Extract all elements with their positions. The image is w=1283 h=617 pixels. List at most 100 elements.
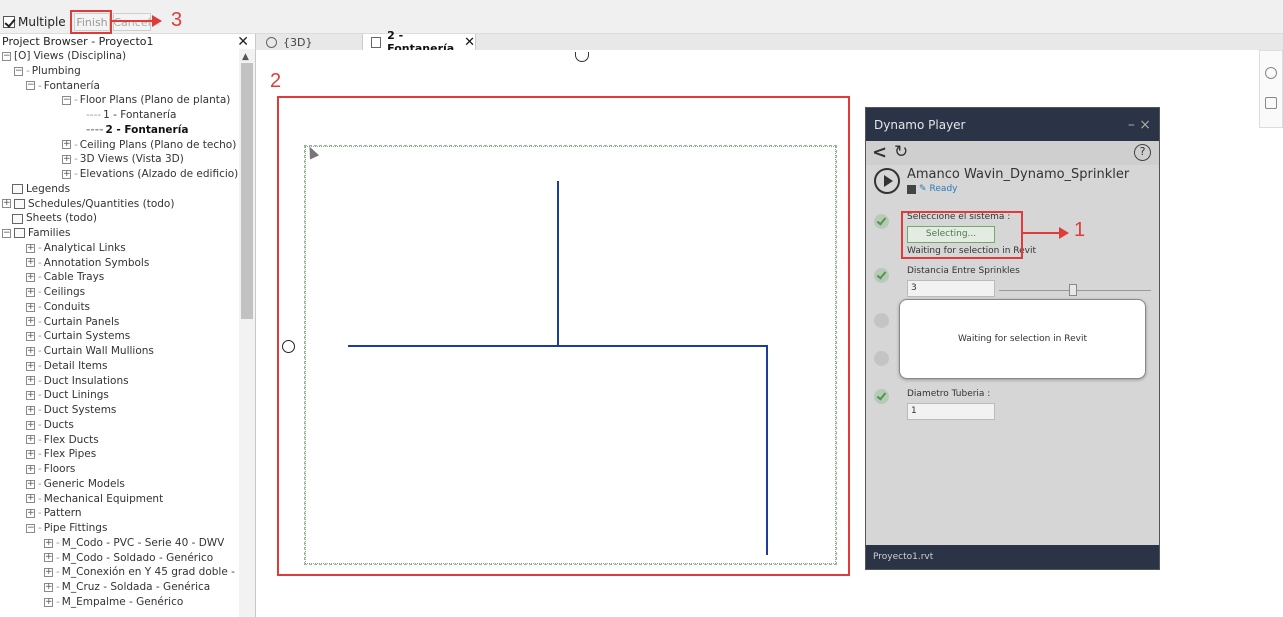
tree-item-family[interactable]: + - Pattern — [0, 506, 255, 521]
tree-item-family[interactable]: + - Analytical Links — [0, 241, 255, 256]
family-icon — [14, 228, 25, 239]
input-done-icon — [874, 389, 889, 404]
tree-item-family[interactable]: + - Mechanical Equipment — [0, 492, 255, 507]
close-tab-icon[interactable]: ✕ — [464, 35, 475, 50]
save-icon[interactable] — [907, 184, 916, 194]
tree-item-view-2[interactable]: ---- 2 - Fontanería — [0, 123, 255, 138]
distance-input[interactable]: 3 — [907, 280, 995, 297]
section-marker-icon[interactable] — [575, 52, 589, 62]
waiting-popup: Waiting for selection in Revit — [899, 299, 1146, 379]
tree-item-fitting[interactable]: + - M_Codo - Soldado - Genérico — [0, 551, 255, 566]
sheet-icon — [12, 213, 23, 224]
input-status-icon — [874, 313, 889, 328]
project-browser-header: Project Browser - Proyecto1 ✕ — [0, 34, 255, 50]
input-label-diameter: Diametro Tuberia : — [907, 389, 991, 399]
play-icon[interactable] — [874, 168, 900, 194]
cancel-button[interactable]: Cancel — [113, 13, 151, 31]
diameter-input[interactable]: 1 — [907, 403, 995, 420]
tree-item-family[interactable]: + - Ceilings — [0, 285, 255, 300]
slider-thumb[interactable] — [1069, 284, 1077, 296]
tree-item-sheets[interactable]: Sheets (todo) — [0, 211, 255, 226]
tree-item-family[interactable]: + - Conduits — [0, 300, 255, 315]
tree-item-plumbing[interactable]: − - Plumbing — [0, 64, 255, 79]
tree-item-3d-views[interactable]: + -3D Views (Vista 3D) — [0, 152, 255, 167]
tree-item-fitting[interactable]: + - M_Empalme - Genérico — [0, 595, 255, 610]
window-controls[interactable]: – × — [1128, 117, 1151, 133]
input-label-distance: Distancia Entre Sprinkles — [907, 266, 1020, 276]
checkbox-icon[interactable] — [3, 16, 15, 28]
3d-view-icon — [266, 36, 277, 48]
project-browser-title: Project Browser - Proyecto1 — [2, 35, 154, 48]
pan-icon[interactable] — [1265, 97, 1277, 109]
scroll-up-icon[interactable]: ▲ — [242, 52, 249, 62]
dynamo-title: Dynamo Player — [874, 117, 966, 132]
tree-item-family[interactable]: + - Flex Pipes — [0, 447, 255, 462]
browser-scrollbar[interactable]: ▲ — [239, 49, 255, 617]
tab-fontaneria-view[interactable]: 2 - Fontanería ✕ — [362, 29, 476, 55]
tree-item-fontaneria[interactable]: − - Fontanería — [0, 79, 255, 94]
dynamo-footer: Proyecto1.rvt — [866, 545, 1159, 569]
tree-item-family[interactable]: + - Annotation Symbols — [0, 256, 255, 271]
tree-item-schedules[interactable]: + Schedules/Quantities (todo) — [0, 197, 255, 212]
tree-item-families[interactable]: − Families — [0, 226, 255, 241]
annotation-box-1 — [901, 211, 1023, 259]
floor-plan-icon — [371, 36, 382, 48]
options-bar: Multiple Finish Cancel — [0, 0, 1283, 34]
tree-item-family[interactable]: + - Curtain Wall Mullions — [0, 344, 255, 359]
schedule-icon — [14, 198, 25, 209]
tree-item-fitting[interactable]: + - M_Cruz - Soldada - Genérica — [0, 580, 255, 595]
tree-item-family[interactable]: + - Curtain Panels — [0, 315, 255, 330]
tree-item-family[interactable]: + - Duct Insulations — [0, 374, 255, 389]
annotation-arrow-3 — [112, 20, 154, 22]
tree-item-family[interactable]: + - Floors — [0, 462, 255, 477]
tree-item-family[interactable]: + - Ducts — [0, 418, 255, 433]
input-done-icon — [874, 214, 889, 229]
edit-icon[interactable]: ✎ — [919, 184, 927, 194]
tree-item-pipe-fittings[interactable]: − - Pipe Fittings — [0, 521, 255, 536]
dynamo-player-panel: Dynamo Player – × < ↻ ? Amanco Wavin_Dyn… — [865, 107, 1160, 570]
tree-item-family[interactable]: + - Flex Ducts — [0, 433, 255, 448]
multiple-label: Multiple — [18, 15, 66, 29]
navigation-bar — [1259, 50, 1283, 128]
dynamo-toolbar: < ↻ ? — [866, 141, 1159, 165]
annotation-arrow-1 — [1023, 232, 1061, 234]
tree-item-family[interactable]: + - Generic Models — [0, 477, 255, 492]
help-icon[interactable]: ? — [1134, 144, 1151, 161]
annotation-number-3: 3 — [171, 9, 183, 31]
tree-item-floor-plans[interactable]: − - Floor Plans (Plano de planta) — [0, 93, 255, 108]
tree-item-family[interactable]: + - Detail Items — [0, 359, 255, 374]
tree-item-elevations[interactable]: + - Elevations (Alzado de edificio) — [0, 167, 255, 182]
input-status-icon — [874, 351, 889, 366]
multiple-checkbox[interactable]: Multiple — [3, 12, 66, 32]
annotation-arrowhead-1 — [1059, 227, 1069, 239]
legend-icon — [12, 184, 23, 195]
view-tabs: {3D} 2 - Fontanería ✕ — [256, 29, 1283, 55]
tree-item-fitting[interactable]: + - M_Conexión en Y 45 grad doble - PVC — [0, 565, 255, 580]
tree-item-views[interactable]: − [O] Views (Disciplina) — [0, 49, 255, 64]
back-icon[interactable]: < — [872, 142, 887, 163]
dynamo-titlebar: Dynamo Player – × — [866, 108, 1159, 141]
script-name: Amanco Wavin_Dynamo_Sprinkler — [907, 167, 1130, 182]
tree-item-family[interactable]: + - Curtain Systems — [0, 329, 255, 344]
tree-item-view-1[interactable]: ---- 1 - Fontanería — [0, 108, 255, 123]
tree-item-legends[interactable]: Legends — [0, 182, 255, 197]
annotation-number-1: 1 — [1074, 219, 1086, 241]
tree-item-family[interactable]: + - Duct Systems — [0, 403, 255, 418]
browser-tree: − [O] Views (Disciplina) − - Plumbing − - Font… — [0, 49, 255, 610]
tree-item-ceiling-plans[interactable]: + - Ceiling Plans (Plano de techo) — [0, 138, 255, 153]
script-status: ✎ Ready — [907, 184, 958, 194]
annotation-box-3 — [70, 10, 112, 34]
zoom-icon[interactable] — [1265, 67, 1277, 79]
scrollbar-thumb[interactable] — [241, 63, 253, 319]
tree-item-fitting[interactable]: + - M_Codo - PVC - Serie 40 - DWV — [0, 536, 255, 551]
tree-item-family[interactable]: + - Cable Trays — [0, 270, 255, 285]
tab-3d-view[interactable]: {3D} — [258, 34, 362, 50]
tree-item-family[interactable]: + - Duct Linings — [0, 388, 255, 403]
annotation-box-2 — [277, 96, 850, 576]
close-icon[interactable]: ✕ — [237, 34, 249, 50]
annotation-number-2: 2 — [270, 70, 282, 92]
annotation-arrowhead-3 — [152, 15, 162, 27]
popup-text: Waiting for selection in Revit — [957, 334, 1087, 344]
project-browser: Project Browser - Proyecto1 ✕ − [O] Views … — [0, 34, 256, 617]
refresh-icon[interactable]: ↻ — [894, 142, 908, 162]
